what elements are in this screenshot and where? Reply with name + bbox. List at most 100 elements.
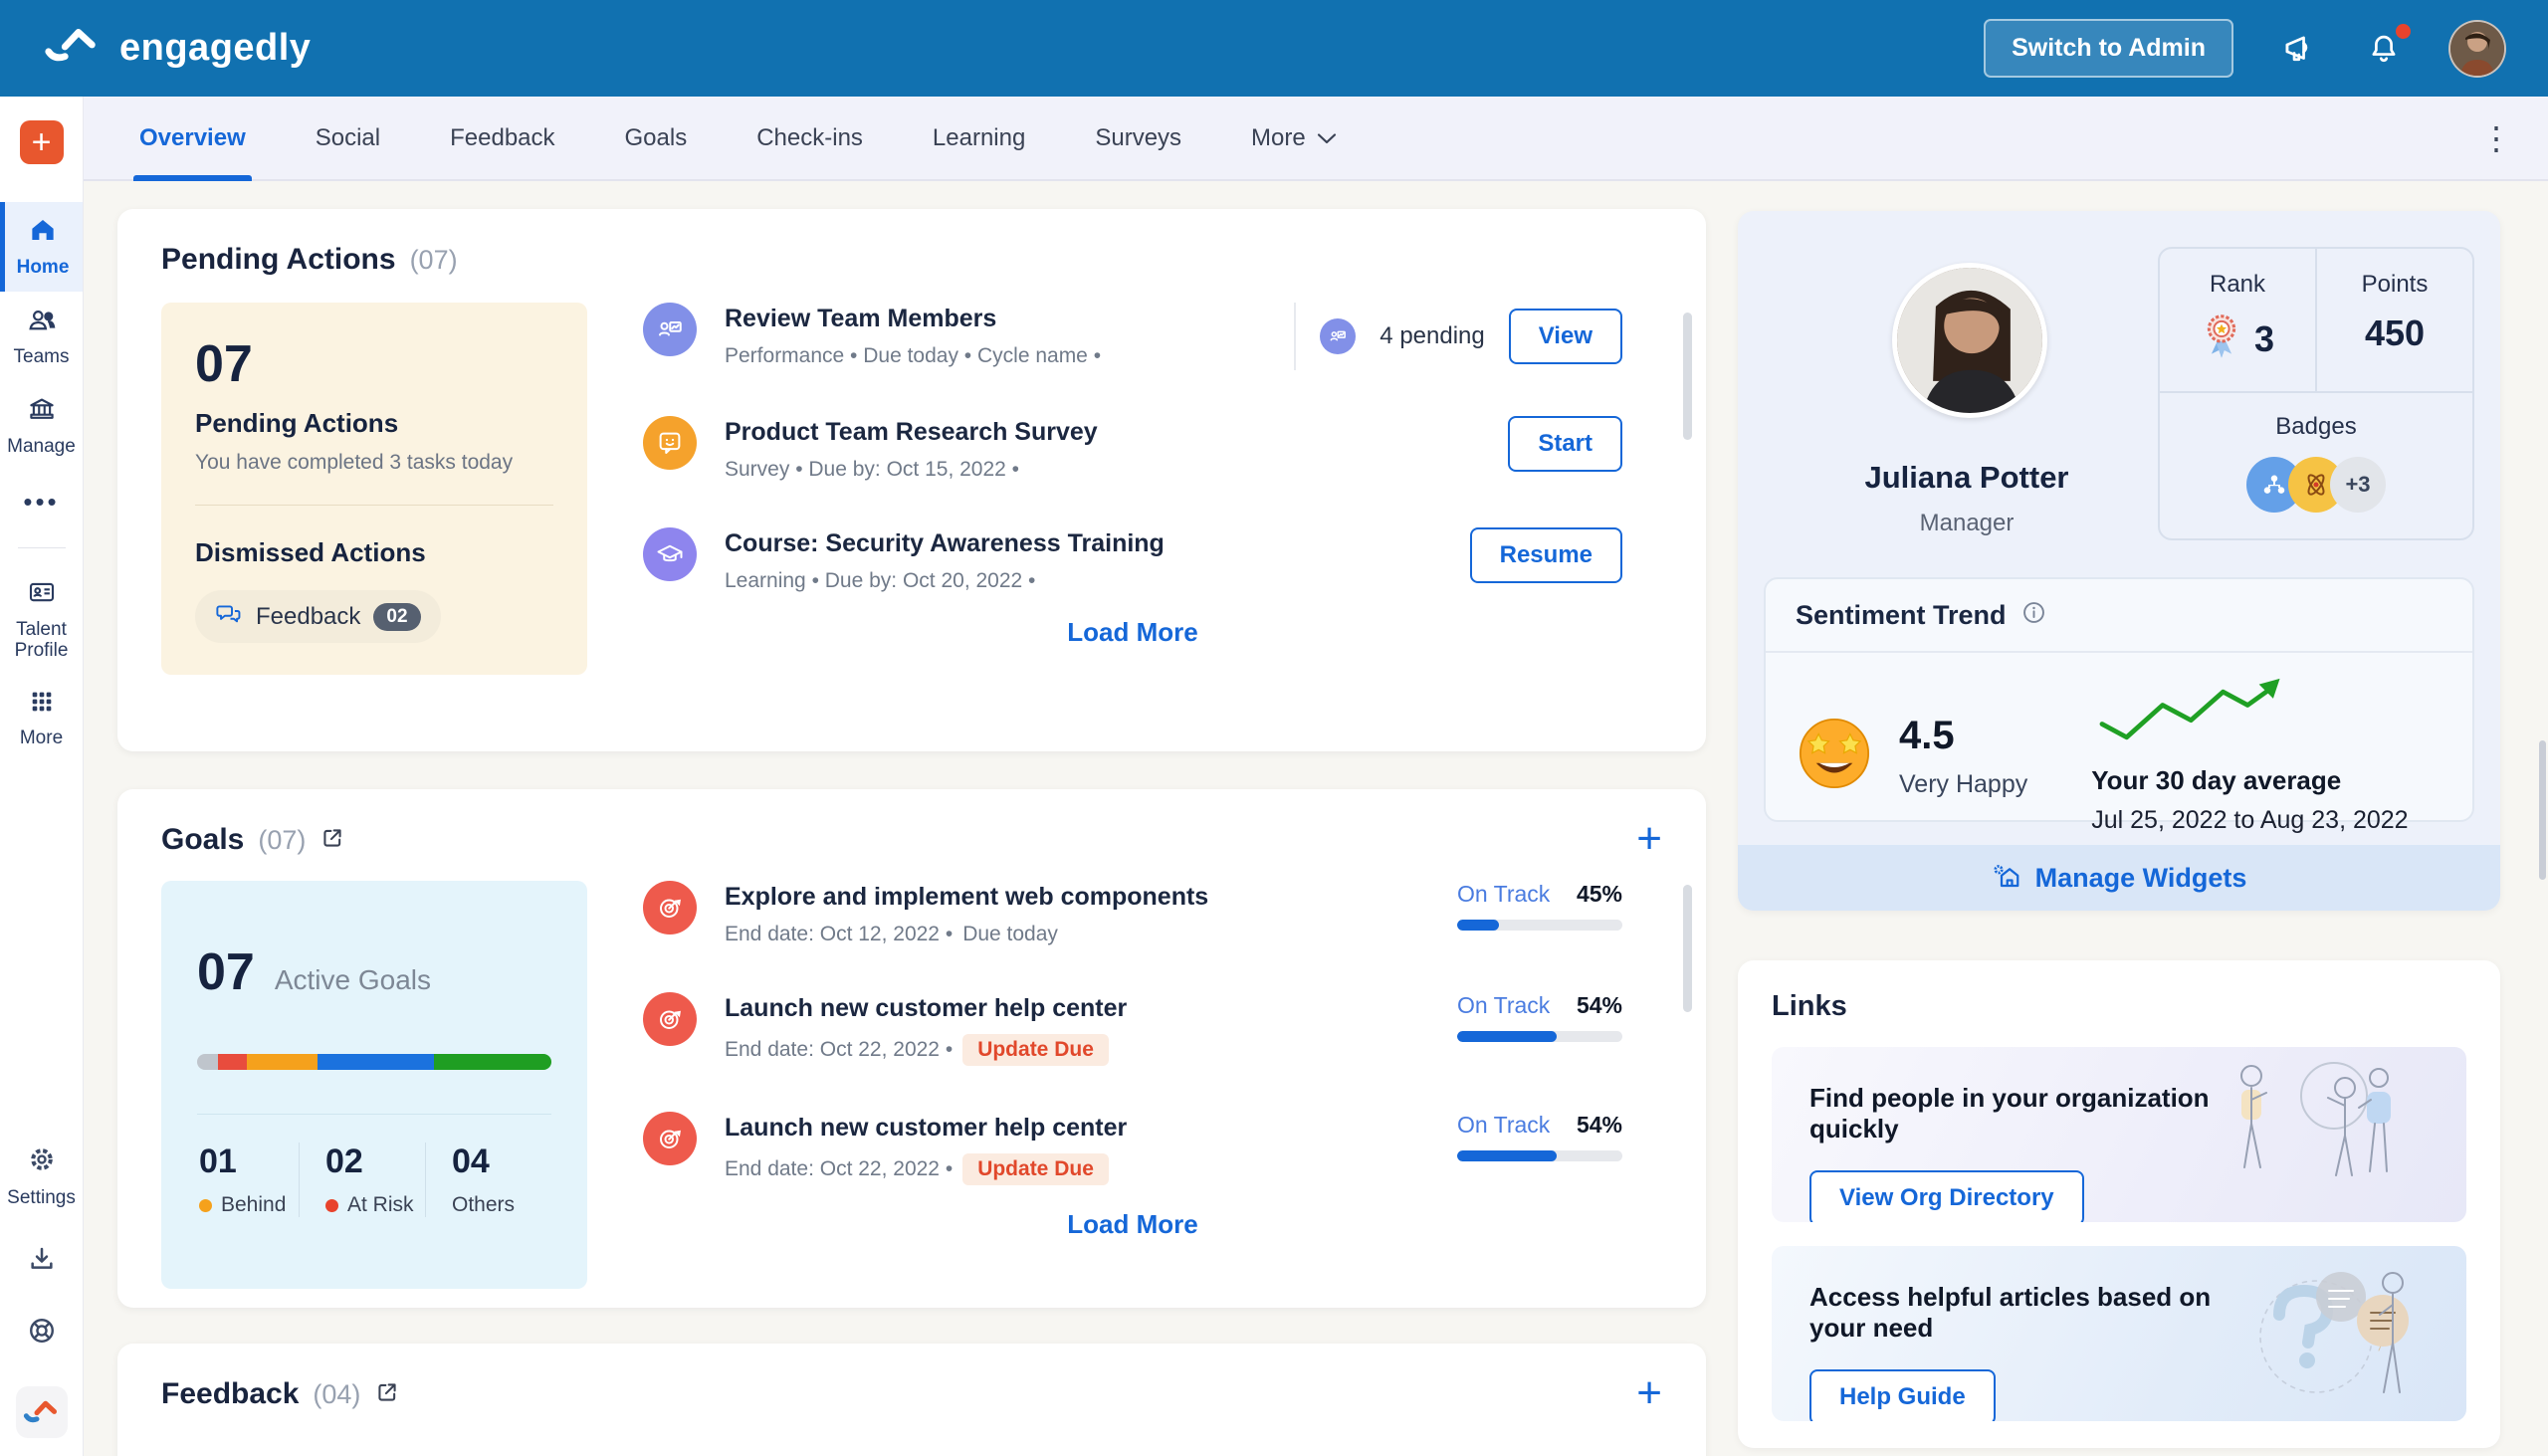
page-scrollbar-thumb[interactable]	[2539, 740, 2546, 880]
start-button[interactable]: Start	[1508, 416, 1622, 472]
pending-scrollbar-thumb[interactable]	[1683, 312, 1692, 440]
resume-button[interactable]: Resume	[1469, 527, 1622, 583]
row-meta: End date: Oct 22, 2022 • Update Due	[725, 1153, 1127, 1185]
goal-progress: On Track 54%	[1457, 992, 1622, 1042]
engagedly-mini-logo[interactable]	[15, 1386, 68, 1438]
target-icon	[643, 1112, 697, 1165]
tab-surveys[interactable]: Surveys	[1089, 97, 1187, 179]
add-feedback-button[interactable]: +	[1636, 1371, 1662, 1415]
bank-icon	[27, 394, 57, 429]
user-avatar[interactable]	[2448, 19, 2506, 78]
profile-role: Manager	[1919, 510, 2015, 536]
notifications-bell-icon[interactable]	[2363, 23, 2411, 70]
goal-segment	[318, 1054, 435, 1070]
goals-list: Explore and implement web components End…	[643, 881, 1662, 1289]
pending-load-more-link[interactable]: Load More	[1067, 617, 1197, 648]
view-org-directory-button[interactable]: View Org Directory	[1809, 1170, 2084, 1222]
help-lifebuoy-icon[interactable]	[25, 1314, 59, 1352]
row-meta: End date: Oct 12, 2022 • Due today	[725, 923, 1058, 945]
sentiment-average-label: Your 30 day average	[2091, 765, 2342, 795]
goal-progress: On Track 54%	[1457, 1112, 1622, 1161]
module-tabbar: Overview Social Feedback Goals Check-ins…	[84, 97, 2548, 181]
profile-name: Juliana Potter	[1864, 460, 2069, 495]
status-label: On Track	[1457, 1112, 1551, 1138]
switch-to-admin-button[interactable]: Switch to Admin	[1984, 19, 2233, 78]
summary-divider	[195, 505, 553, 506]
gear-icon	[26, 1144, 58, 1180]
goal-progress: On Track 45%	[1457, 881, 1622, 931]
goal-segment	[246, 1054, 318, 1070]
tab-overview[interactable]: Overview	[133, 97, 252, 181]
dismissed-feedback-chip[interactable]: Feedback 02	[195, 590, 441, 643]
add-goal-button[interactable]: +	[1636, 817, 1662, 861]
sidebar-item-talent-profile[interactable]: Talent Profile	[0, 564, 83, 676]
goal-row-2[interactable]: Launch new customer help center End date…	[643, 992, 1622, 1066]
manage-widgets-button[interactable]: Manage Widgets	[1738, 845, 2500, 911]
feedback-card: Feedback (04) +	[117, 1344, 1706, 1456]
points-cell: Points 450	[2315, 249, 2472, 391]
graduation-cap-icon	[643, 527, 697, 581]
download-icon[interactable]	[26, 1243, 58, 1280]
pending-actions-card: Pending Actions (07) 07 Pending Actions …	[117, 209, 1706, 751]
tab-social[interactable]: Social	[310, 97, 386, 179]
sidebar-item-home[interactable]: Home	[0, 202, 83, 292]
card-count: (07)	[258, 824, 307, 855]
app-root: engagedly Switch to Admin + Home Teams M…	[0, 0, 2548, 1456]
grid-dots-icon	[28, 688, 56, 721]
brand-name: engagedly	[119, 27, 312, 69]
tabbar-kebab-menu-icon[interactable]: ⋮	[2470, 113, 2522, 163]
external-link-icon[interactable]	[319, 825, 345, 856]
tab-more[interactable]: More	[1245, 97, 1344, 179]
tab-feedback[interactable]: Feedback	[444, 97, 560, 179]
rank-cell: Rank 3	[2160, 249, 2315, 391]
quick-add-button[interactable]: +	[19, 120, 64, 164]
sidebar-more-dots[interactable]: •••	[23, 471, 59, 533]
percent-label: 45%	[1576, 881, 1622, 907]
pending-row-survey[interactable]: Product Team Research Survey Survey • Du…	[643, 416, 1622, 482]
update-due-badge: Update Due	[962, 1153, 1109, 1185]
row-meta: Learning • Due by: Oct 20, 2022 •	[725, 569, 1036, 592]
goals-scrollbar-thumb[interactable]	[1683, 885, 1692, 1012]
sidebar-item-settings[interactable]: Settings	[7, 1144, 76, 1209]
notification-dot	[2396, 23, 2411, 39]
pending-row-review[interactable]: Review Team Members Performance • Due to…	[643, 303, 1622, 370]
card-title: Goals	[161, 823, 245, 856]
goals-load-more-link[interactable]: Load More	[1067, 1209, 1197, 1240]
goals-stats: 01 Behind 02 At Risk 04 Others	[197, 1143, 551, 1217]
rank-value: 3	[2253, 317, 2275, 359]
pending-actions-list: Review Team Members Performance • Due to…	[643, 303, 1662, 675]
tab-check-ins[interactable]: Check-ins	[750, 97, 869, 179]
goal-row-3[interactable]: Launch new customer help center End date…	[643, 1112, 1622, 1185]
view-button[interactable]: View	[1508, 309, 1622, 364]
chevron-down-icon	[1316, 124, 1338, 152]
more-badges-count[interactable]: +3	[2330, 457, 2386, 513]
sidebar-item-more[interactable]: More	[0, 675, 83, 762]
info-icon[interactable]	[2020, 599, 2047, 631]
pending-actions-header: Pending Actions (07)	[161, 243, 1662, 277]
progress-track	[1457, 1031, 1622, 1042]
review-mini-icon	[1320, 318, 1357, 354]
tab-learning[interactable]: Learning	[927, 97, 1031, 179]
org-directory-tile: Find people in your organization quickly…	[1772, 1047, 2466, 1222]
pending-row-learning[interactable]: Course: Security Awareness Training Lear…	[643, 527, 1622, 593]
row-meta: Performance • Due today • Cycle name •	[725, 344, 1102, 367]
sentiment-trend-widget: Sentiment Trend 4.5 Very Happy Your 30 d…	[1764, 577, 2474, 834]
sidebar-item-manage[interactable]: Manage	[0, 381, 83, 471]
right-column: Juliana Potter Manager Rank 3 Points 450…	[1738, 211, 2500, 1448]
sentiment-mood: Very Happy	[1899, 769, 2028, 798]
sidebar-item-teams[interactable]: Teams	[0, 292, 83, 381]
goals-card: Goals (07) + 07 Active Goals 01 Behind 0…	[117, 789, 1706, 1308]
brand-logo[interactable]: engagedly	[42, 24, 311, 73]
megaphone-icon[interactable]	[2277, 28, 2319, 70]
tab-goals[interactable]: Goals	[619, 97, 694, 179]
goal-row-1[interactable]: Explore and implement web components End…	[643, 881, 1622, 946]
pending-count-label: 4 pending	[1380, 322, 1485, 349]
topbar-actions: Switch to Admin	[1984, 19, 2506, 78]
status-label: On Track	[1457, 992, 1551, 1018]
percent-label: 54%	[1576, 992, 1622, 1018]
people-illustration	[2222, 1047, 2431, 1208]
profile-avatar[interactable]	[1892, 263, 2047, 418]
help-guide-button[interactable]: Help Guide	[1809, 1369, 1996, 1421]
target-icon	[643, 992, 697, 1046]
external-link-icon[interactable]	[374, 1379, 400, 1410]
